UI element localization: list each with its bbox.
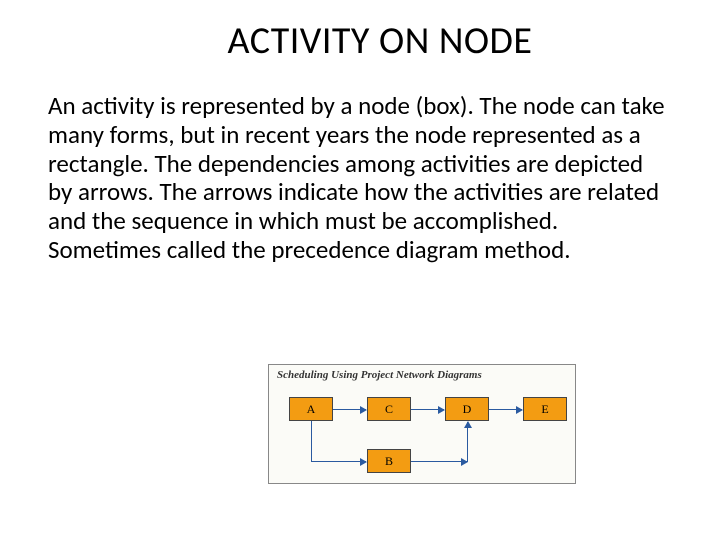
node-c: C [367,397,411,421]
arrow-c-d [411,409,444,410]
slide-body-text: An activity is represented by a node (bo… [48,92,672,265]
arrow-b-d-h [411,461,467,462]
arrow-a-c [333,409,366,410]
node-b: B [367,449,411,473]
arrow-b-d-v [467,422,468,462]
arrow-a-b-v [311,421,312,461]
arrow-a-b-h [311,461,366,462]
slide: ACTIVITY ON NODE An activity is represen… [0,0,720,540]
node-d: D [445,397,489,421]
slide-title: ACTIVITY ON NODE [48,18,672,64]
diagram-container: Scheduling Using Project Network Diagram… [268,364,576,484]
arrow-d-e [489,409,522,410]
node-a: A [289,397,333,421]
diagram-caption: Scheduling Using Project Network Diagram… [277,369,482,381]
node-e: E [523,397,567,421]
network-diagram: Scheduling Using Project Network Diagram… [268,364,576,484]
